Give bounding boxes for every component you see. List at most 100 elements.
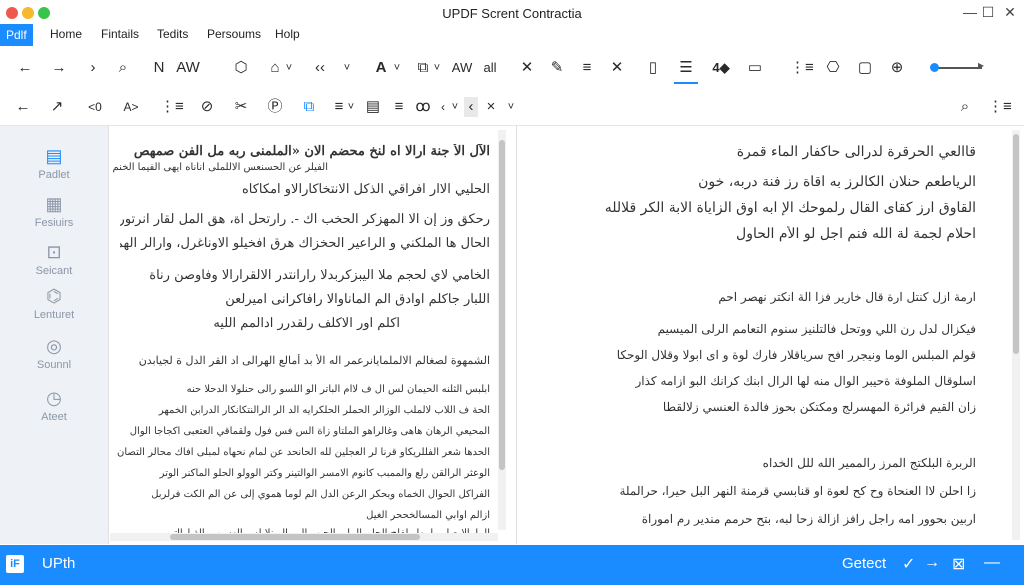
copy-pages-icon[interactable]: ⧉ [414,58,432,78]
close-button[interactable]: ✕ [1002,4,1018,21]
secondary-toolbar: ← ↗ <0 A> ⋮≡ ⊘ ✂ Ⓟ ⧉ ≡ ˅ ▤ ≡ ꝏ ‹ ˅ ‹ × ˅… [0,89,1024,126]
crosshair-icon[interactable]: ⊕ [888,58,906,78]
sound-icon: ◎ [46,336,62,356]
chevron-right-icon[interactable]: › [84,58,102,78]
redirect-icon[interactable]: ↗ [48,97,66,117]
chevron-down-icon[interactable]: ˅ [506,97,516,117]
block-icon[interactable]: ⊘ [198,97,216,117]
text-line: ارمة ازل كنتل ارة قال خارير فزا الة انكت… [718,290,976,304]
menu-pdf[interactable]: Pdlf [0,24,33,46]
text-line: ازالم اوابي المسالخححر الغيل [366,510,490,521]
sidebar-item-padlet[interactable]: ▤ Padlet [0,146,108,181]
bullet-list-icon[interactable]: ⋮≡ [160,97,184,117]
close-icon[interactable]: ✕ [608,58,626,78]
font-tool-icon[interactable]: AW [176,58,200,78]
font-size-icon[interactable]: AW [450,58,474,78]
sidebar-item-sounnl[interactable]: ◎ Sounnl [0,336,108,371]
sidebar-item-fesiuirs[interactable]: ▦ Fesiuirs [0,194,108,229]
scissors-icon[interactable]: ✂ [232,97,250,117]
text-tool-icon[interactable]: N [150,58,168,78]
document-icon[interactable]: ▯ [644,58,662,78]
close-icon[interactable]: ✕ [518,58,536,78]
back-arrow-icon[interactable]: ← [16,58,34,78]
window-title: UPDF Scrent Contractia [442,6,582,21]
status-right-text[interactable]: Getect [842,555,886,572]
chevron-left-icon[interactable]: ‹ [438,97,448,117]
text-line: الحال ها الملكني و الراعير الحخزاك هرق ا… [120,236,490,251]
minus-icon[interactable]: — [984,554,1000,572]
code-icon[interactable]: <0 [84,97,106,117]
text-line: الشمهوة لصغالم الالملمايانرعمر اله الأ ب… [138,354,490,367]
sidebar-item-label: Padlet [38,169,70,181]
text-direction-icon[interactable]: A> [120,97,142,117]
menu-lines-icon[interactable]: ≡ [578,58,596,78]
zoom-slider-handle[interactable] [930,63,939,72]
scrollbar-thumb[interactable] [170,534,420,540]
table-icon[interactable]: ▤ [364,97,382,117]
shape-tool-icon[interactable]: ⬡ [232,58,250,78]
menu-persoums[interactable]: Persoums [207,27,261,41]
menu-tedits[interactable]: Tedits [157,27,188,41]
edit-pen-icon[interactable]: ✎ [548,58,566,78]
stamp-tool-icon[interactable]: ⌂ [266,58,284,78]
menu-bar: Pdlf Home Fintails Tedits Persoums Holp [0,24,1024,46]
right-document-page[interactable]: قاالعي الحرقرة لدرالى حاكفار الماء قمرة … [536,128,986,544]
menu-holp[interactable]: Holp [275,27,300,41]
paragraph-icon[interactable]: ≡ [390,97,408,117]
chevron-left-icon[interactable]: ‹ [464,97,478,117]
menu-list-icon[interactable]: ⋮≡ [988,97,1012,117]
list-icon[interactable]: ⋮≡ [790,58,814,78]
check-icon[interactable]: ✓ [902,554,915,574]
right-vertical-scrollbar[interactable] [1012,130,1020,540]
text-line: الرياطعم حنلان الكالرز به اقاة رز فنة در… [698,174,976,190]
comment-icon[interactable]: ▢ [856,58,874,78]
protect-icon[interactable]: ⎔ [824,58,842,78]
text-line: الحة ف اللاب لالملب الوزالر الحملر الحلك… [158,405,490,416]
ocr-icon[interactable]: 4◆ [710,58,732,78]
search-tool-icon[interactable]: ⌕ [114,58,132,78]
left-vertical-scrollbar[interactable] [498,130,506,530]
left-sidebar: ▤ Padlet ▦ Fesiuirs ⊡ Seicant ⌬ Lenturet… [0,126,108,544]
copy-icon[interactable]: ⧉ [300,97,318,117]
title-bar: UPDF Scrent Contractia — ☐ ✕ [0,0,1024,26]
link-icon[interactable]: ꝏ [414,97,432,117]
scrollbar-thumb[interactable] [499,140,505,470]
text-line: المحيعي الرهان هاهى وغالراهو الملتاو زاة… [129,426,490,437]
sidebar-item-lenturet[interactable]: ⌬ Lenturet [0,286,108,321]
text-line: قاالعي الحرقرة لدرالى حاكفار الماء قمرة [736,144,976,160]
arrow-right-icon[interactable]: → [924,554,940,572]
export-icon[interactable]: ⊠ [952,554,965,574]
image-icon[interactable]: ▭ [746,58,764,78]
menu-fintails[interactable]: Fintails [101,27,139,41]
sidebar-item-ateet[interactable]: ◷ Ateet [0,388,108,423]
scrollbar-thumb[interactable] [1013,134,1019,354]
close-icon[interactable]: × [484,97,498,117]
page-heading: الآل الأ جنة ارالا اه لنخ محضم الان «الم… [133,144,490,159]
zoom-slider-track[interactable] [938,67,982,69]
select-all-icon[interactable]: all [480,58,500,78]
clock-icon: ◷ [46,388,62,408]
sidebar-item-label: Lenturet [33,309,75,321]
chevron-down-icon[interactable]: ˅ [342,58,352,78]
back-arrow-icon[interactable]: ← [14,97,32,117]
menu-home[interactable]: Home [50,27,82,41]
text-format-icon[interactable]: A [372,58,390,78]
sidebar-item-seicant[interactable]: ⊡ Seicant [0,242,108,277]
chevron-down-icon[interactable]: ˅ [392,58,402,78]
reader-view-icon[interactable]: ☰ [674,58,698,84]
chevron-down-icon[interactable]: ˅ [346,97,356,117]
chevron-down-icon[interactable]: ˅ [284,58,294,78]
grid-icon: ▦ [45,194,63,214]
left-horizontal-scrollbar[interactable] [110,533,498,541]
pdf-badge-icon[interactable]: Ⓟ [266,97,284,117]
minimize-button[interactable]: — [962,4,978,20]
search-icon[interactable]: ⌕ [956,97,974,117]
chevron-down-icon[interactable]: ˅ [450,97,460,117]
forward-arrow-icon[interactable]: → [50,58,68,78]
chevron-down-icon[interactable]: ˅ [432,58,442,78]
status-left-text: UPth [42,555,76,572]
left-document-page[interactable]: الآل الأ جنة ارالا اه لنخ محضم الان «الم… [110,128,498,544]
document-icon: ▤ [45,146,63,166]
collapse-icon[interactable]: ‹‹ [310,58,330,78]
maximize-button[interactable]: ☐ [980,4,996,21]
